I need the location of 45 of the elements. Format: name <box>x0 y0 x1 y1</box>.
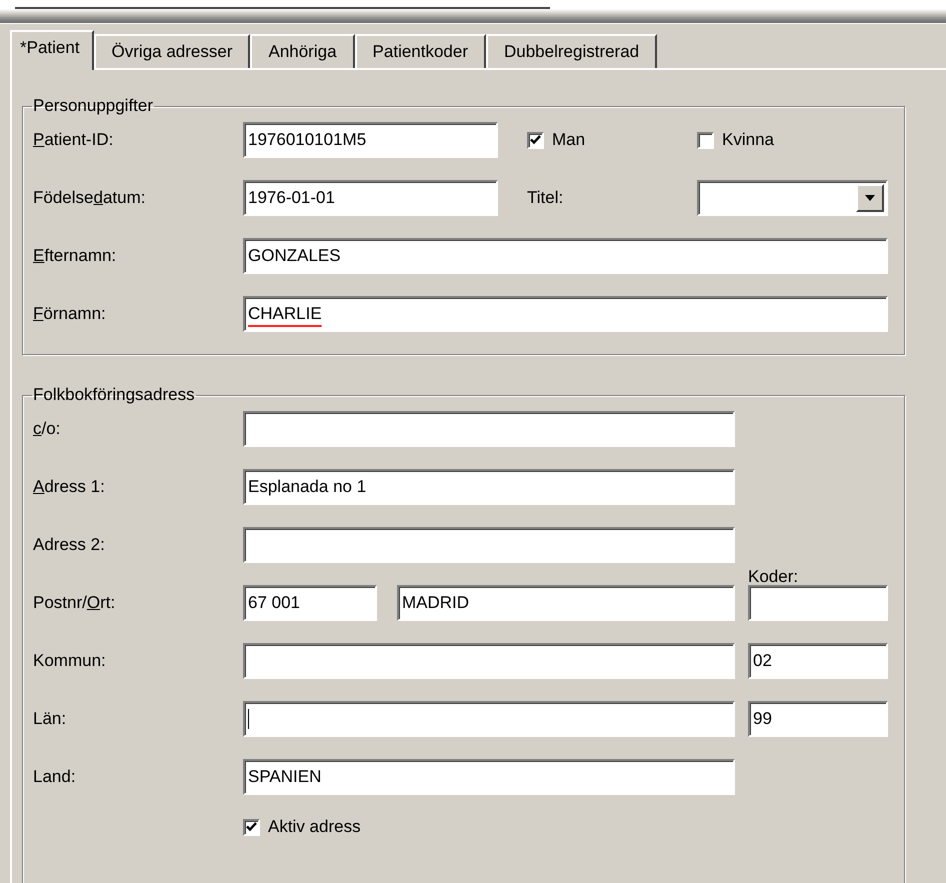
field-label: Kommun: <box>33 651 107 671</box>
text-field[interactable]: Esplanada no 1 <box>243 469 735 505</box>
field-label: Land: <box>33 767 77 787</box>
text-field[interactable] <box>748 585 888 621</box>
checkbox-label: Man <box>552 130 586 150</box>
text-field[interactable] <box>243 527 735 563</box>
field-label: c/o: <box>33 419 62 439</box>
check-icon <box>530 135 541 145</box>
checkbox[interactable] <box>697 132 714 148</box>
tab[interactable]: *Patient <box>10 30 94 70</box>
check-icon <box>246 822 257 832</box>
field-label: Adress 2: <box>33 535 106 555</box>
group-title: Personuppgifter <box>32 96 154 116</box>
text-field[interactable] <box>243 701 735 737</box>
text-field[interactable] <box>243 643 735 679</box>
text-field[interactable]: MADRID <box>397 585 735 621</box>
text-field[interactable]: GONZALES <box>243 238 888 274</box>
field-label: Titel: <box>527 188 564 208</box>
text-field[interactable]: 67 001 <box>243 585 377 621</box>
title-dropdown[interactable] <box>697 180 888 216</box>
text-field[interactable]: 1976-01-01 <box>243 180 498 216</box>
field-label: Efternamn: <box>33 246 118 266</box>
text-field[interactable] <box>243 411 735 447</box>
text-field[interactable]: 99 <box>748 701 888 737</box>
text-field[interactable]: CHARLIE <box>243 296 888 332</box>
field-label: Koder: <box>748 567 800 587</box>
text-field[interactable]: 02 <box>748 643 888 679</box>
field-label: Adress 1: <box>33 477 106 497</box>
group-title: Folkbokföringsadress <box>32 385 196 405</box>
field-label: Patient-ID: <box>33 130 114 150</box>
text-field[interactable]: 1976010101M5 <box>243 122 498 158</box>
field-label: Postnr/Ort: <box>33 593 116 613</box>
tab[interactable]: Dubbelregistrerad <box>486 34 658 68</box>
checkbox-label: Kvinna <box>722 130 774 150</box>
field-label: Förnamn: <box>33 304 107 324</box>
dropdown-arrow-icon <box>865 195 875 201</box>
field-label: Födelsedatum: <box>33 188 146 208</box>
checkbox-label: Aktiv adress <box>268 817 361 837</box>
tab[interactable]: Övriga adresser <box>94 34 250 68</box>
tab[interactable]: Patientkoder <box>354 34 486 68</box>
checkbox[interactable] <box>243 818 260 836</box>
tab[interactable]: Anhöriga <box>250 34 355 68</box>
field-label: Län: <box>33 709 68 729</box>
checkbox[interactable] <box>527 132 544 148</box>
text-field[interactable]: SPANIEN <box>243 759 735 795</box>
